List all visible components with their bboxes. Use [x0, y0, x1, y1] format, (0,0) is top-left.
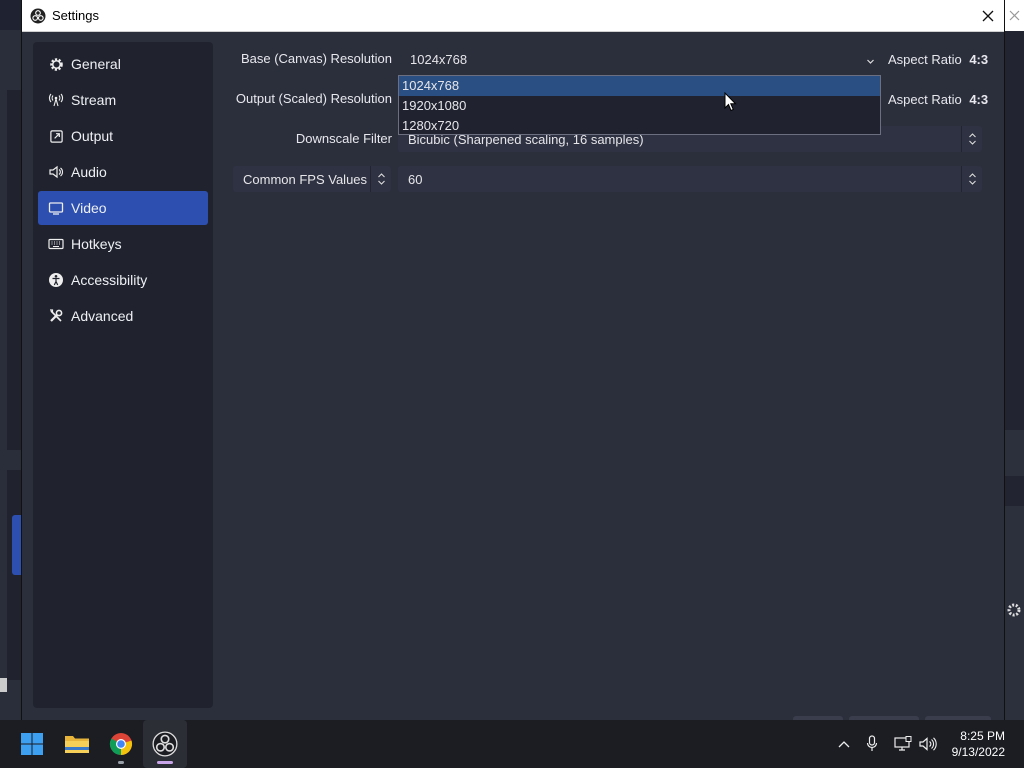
main-window-close-button[interactable] [1003, 0, 1024, 31]
chrome-button[interactable] [99, 720, 143, 768]
chrome-icon [109, 733, 133, 756]
start-button[interactable] [10, 720, 54, 768]
fps-type-select[interactable]: Common FPS Values [233, 166, 391, 192]
up-down-arrows-icon [961, 166, 982, 192]
sidebar-item-label: Accessibility [71, 272, 148, 288]
base-aspect-value: 4:3 [969, 52, 989, 67]
monitor-icon [48, 200, 64, 216]
output-aspect-value: 4:3 [969, 92, 989, 107]
folder-icon [65, 736, 89, 753]
file-explorer-button[interactable] [55, 720, 99, 768]
sidebar-item-label: General [71, 56, 121, 72]
output-icon [48, 128, 64, 144]
close-icon [1009, 10, 1019, 21]
close-icon [982, 10, 994, 21]
sidebar-item-label: Output [71, 128, 114, 144]
dropdown-option[interactable]: 1920x1080 [399, 96, 880, 116]
volume-icon[interactable] [918, 734, 938, 754]
sidebar-item-accessibility[interactable]: Accessibility [38, 263, 208, 297]
background-window-right-edge [1004, 30, 1024, 720]
sidebar-item-label: Video [71, 200, 107, 216]
output-aspect-prefix: Aspect Ratio [888, 92, 962, 107]
sidebar-item-video[interactable]: Video [38, 191, 208, 225]
clock-date: 9/13/2022 [951, 745, 1005, 759]
gear-icon [1006, 602, 1022, 621]
microphone-icon[interactable] [862, 734, 882, 754]
sidebar-item-hotkeys[interactable]: Hotkeys [38, 227, 208, 261]
base-aspect-ratio: Aspect Ratio 4:3 [888, 52, 988, 67]
sidebar-item-label: Advanced [71, 308, 134, 324]
sidebar-item-advanced[interactable]: Advanced [38, 299, 208, 333]
sidebar-item-label: Audio [71, 164, 107, 180]
gear-icon [48, 56, 64, 72]
fps-value: 60 [408, 171, 423, 187]
downscale-filter-label: Downscale Filter [295, 131, 392, 146]
sidebar-item-label: Hotkeys [71, 236, 122, 252]
settings-sidebar: General Stream Output Audio Video Hotkey… [33, 42, 213, 708]
output-resolution-label: Output (Scaled) Resolution [235, 91, 392, 106]
dropdown-option[interactable]: 1024x768 [399, 76, 880, 96]
settings-window: Settings General Stream Output Audio Vid… [22, 0, 1004, 720]
accessibility-icon [48, 272, 64, 288]
sidebar-item-output[interactable]: Output [38, 119, 208, 153]
obs-logo-icon [152, 731, 178, 757]
system-clock[interactable]: 8:25 PM 9/13/2022 [952, 728, 1005, 760]
sidebar-item-general[interactable]: General [38, 47, 208, 81]
keyboard-icon [48, 236, 64, 252]
close-button[interactable] [972, 0, 1004, 31]
windows-logo-icon [21, 733, 43, 755]
title-bar: Settings [22, 0, 1004, 32]
base-resolution-label: Base (Canvas) Resolution [240, 51, 392, 66]
broadcast-icon [48, 92, 64, 108]
taskbar: 8:25 PM 9/13/2022 [0, 720, 1024, 768]
up-down-arrows-icon [961, 126, 982, 152]
dropdown-option[interactable]: 1280x720 [399, 116, 880, 136]
background-window-left-edge [0, 30, 22, 720]
fps-type-value: Common FPS Values [243, 171, 368, 187]
base-resolution-value: 1024x768 [410, 51, 468, 67]
chevron-up-icon[interactable] [834, 734, 854, 754]
speaker-icon [48, 164, 64, 180]
up-down-arrows-icon [370, 166, 391, 192]
resolution-dropdown-list: 1024x768 1920x1080 1280x720 [398, 75, 881, 135]
sidebar-item-label: Stream [71, 92, 117, 108]
base-resolution-combobox[interactable]: 1024x768 [398, 46, 881, 72]
mouse-cursor-icon [724, 91, 737, 115]
sidebar-item-audio[interactable]: Audio [38, 155, 208, 189]
output-aspect-ratio: Aspect Ratio 4:3 [888, 92, 988, 107]
clock-time: 8:25 PM [960, 729, 1005, 743]
fps-value-select[interactable]: 60 [398, 166, 982, 192]
chevron-down-icon [866, 54, 875, 69]
obs-logo-icon [30, 8, 46, 23]
obs-taskbar-button[interactable] [143, 720, 187, 768]
tools-icon [48, 308, 64, 324]
sidebar-item-stream[interactable]: Stream [38, 83, 208, 117]
network-icon[interactable] [893, 734, 913, 754]
window-title: Settings [52, 8, 99, 23]
base-aspect-prefix: Aspect Ratio [888, 52, 962, 67]
